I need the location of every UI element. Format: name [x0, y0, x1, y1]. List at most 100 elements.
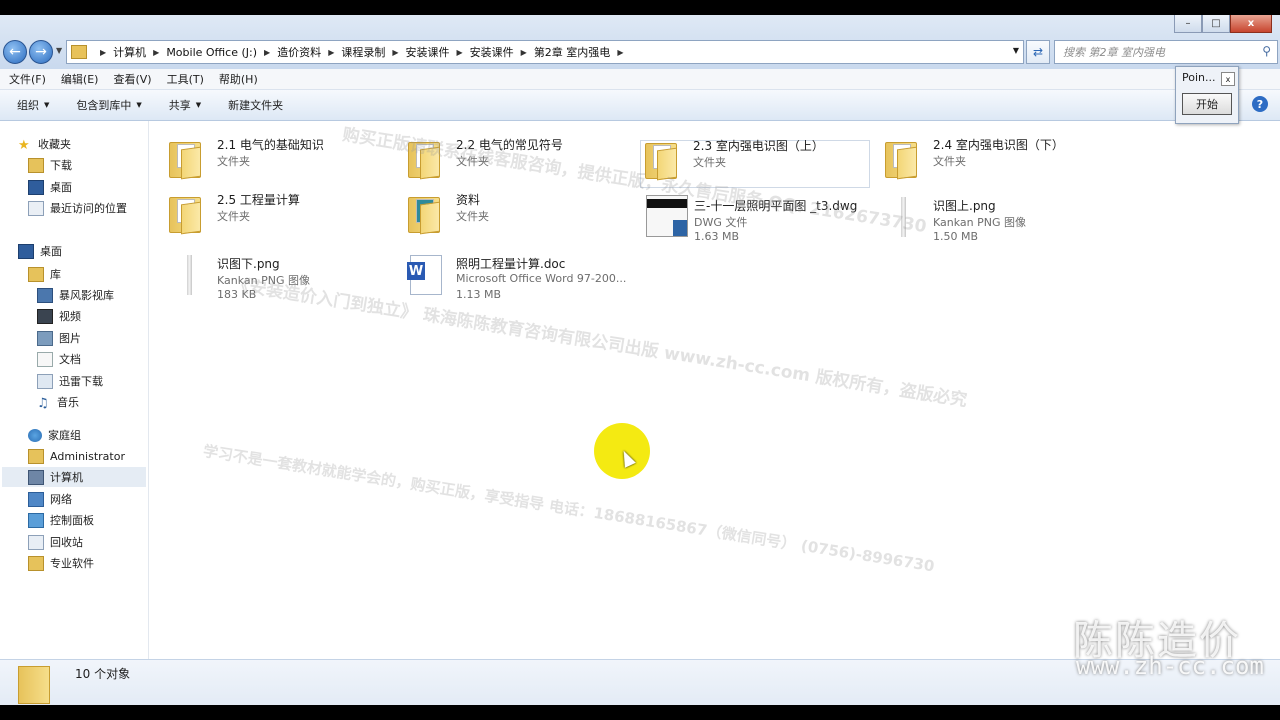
address-history-chevron-icon[interactable]: ▼ [1013, 46, 1019, 55]
sidebar-item-label: Administrator [50, 449, 125, 463]
forward-button[interactable]: → [29, 40, 53, 64]
list-item[interactable]: W 照明工程量计算.doc Microsoft Office Word 97-2… [404, 253, 632, 301]
file-name: 2.5 工程量计算 [217, 193, 300, 207]
sidebar-item-xunlei[interactable]: 迅雷下载 [37, 371, 103, 391]
maximize-button[interactable]: □ [1202, 15, 1230, 33]
pictures-icon [37, 330, 53, 346]
chevron-right-icon: ▶ [520, 47, 527, 57]
sidebar-item-network[interactable]: 网络 [28, 489, 72, 509]
pointer-tool-popup: Poin... x 开始 [1175, 66, 1239, 124]
file-type: DWG 文件 [694, 216, 748, 229]
sidebar-item-downloads[interactable]: 下载 [28, 155, 72, 175]
recent-pages-chevron-icon[interactable]: ▼ [56, 46, 62, 55]
sidebar-item-label: 计算机 [50, 471, 83, 484]
menu-tools[interactable]: 工具(T) [167, 71, 204, 87]
menu-help[interactable]: 帮助(H) [219, 71, 258, 87]
sidebar-item-label: 家庭组 [48, 429, 81, 442]
popup-close-button[interactable]: x [1221, 72, 1235, 86]
new-folder-label: 新建文件夹 [228, 99, 284, 112]
menu-view[interactable]: 查看(V) [113, 71, 151, 87]
new-folder-button[interactable]: 新建文件夹 [228, 97, 283, 113]
sidebar-item-label: 音乐 [57, 396, 79, 409]
back-button[interactable]: ← [3, 40, 27, 64]
breadcrumb-item[interactable]: 安装课件 [406, 44, 450, 60]
folder-icon [404, 189, 448, 235]
sidebar-item-pictures[interactable]: 图片 [37, 328, 81, 348]
sidebar-item-label: 最近访问的位置 [50, 202, 127, 215]
start-button[interactable]: 开始 [1182, 93, 1232, 115]
menu-edit[interactable]: 编辑(E) [61, 71, 99, 87]
address-bar[interactable]: ▶ 计算机 ▶ Mobile Office (J:) ▶ 造价资料 ▶ 课程录制… [66, 40, 1024, 64]
forward-arrow-icon: → [35, 44, 47, 60]
file-type: Kankan PNG 图像 [933, 216, 1027, 229]
sidebar-item-library[interactable]: 库 [28, 264, 61, 284]
dwg-file-icon [642, 195, 688, 241]
png-file-icon [165, 253, 209, 299]
folder-icon [18, 666, 50, 704]
sidebar-item-recycle[interactable]: 回收站 [28, 532, 83, 552]
sidebar-item-desktop[interactable]: 桌面 [18, 241, 62, 261]
sidebar-item-favorites[interactable]: ★ 收藏夹 [18, 134, 71, 154]
desktop-icon [18, 243, 34, 259]
word-document-icon: W [404, 253, 448, 299]
refresh-icon: ⇄ [1032, 45, 1044, 59]
sidebar-item-administrator[interactable]: Administrator [28, 446, 125, 466]
sidebar-item-baofeng[interactable]: 暴风影视库 [37, 285, 114, 305]
share-label: 共享 [168, 99, 191, 112]
explorer-window: – □ x ← → ▼ ▶ 计算机 ▶ Mobile Office (J:) ▶… [0, 15, 1280, 705]
sidebar-item-label: 视频 [59, 310, 81, 323]
refresh-button[interactable]: ⇄ [1026, 40, 1050, 64]
chevron-right-icon: ▶ [392, 47, 399, 57]
video-icon [37, 308, 53, 324]
menu-file[interactable]: 文件(F) [9, 71, 46, 87]
file-type: Microsoft Office Word 97-200... [456, 272, 627, 285]
command-bar: 组织 ▼ 包含到库中 ▼ 共享 ▼ 新建文件夹 ? [0, 90, 1280, 121]
include-library-button[interactable]: 包含到库中 ▼ [76, 97, 141, 113]
breadcrumb-item[interactable]: 课程录制 [341, 44, 385, 60]
chevron-right-icon: ▶ [100, 47, 107, 57]
chevron-right-icon: ▶ [328, 47, 335, 57]
file-name: 2.3 室内强电识图（上） [693, 139, 824, 153]
breadcrumb-item[interactable]: 造价资料 [277, 44, 321, 60]
sidebar-item-label: 图片 [59, 332, 81, 345]
sidebar-item-label: 文档 [59, 353, 81, 366]
sidebar-item-computer[interactable]: 计算机 [2, 467, 146, 487]
sidebar-item-label: 迅雷下载 [59, 375, 103, 388]
sidebar-item-recent[interactable]: 最近访问的位置 [28, 198, 127, 218]
sidebar-item-homegroup[interactable]: 家庭组 [28, 425, 81, 445]
list-item[interactable]: 资料 文件夹 [404, 189, 632, 235]
control-panel-icon [28, 512, 44, 528]
share-button[interactable]: 共享 ▼ [169, 97, 201, 113]
file-size: 1.63 MB [694, 230, 740, 243]
computer-icon [28, 469, 44, 485]
help-icon[interactable]: ? [1252, 96, 1268, 112]
desktop-icon [28, 179, 44, 195]
sidebar-item-music[interactable]: ♫ 音乐 [37, 392, 79, 412]
back-arrow-icon: ← [9, 44, 21, 60]
breadcrumb-item[interactable]: 安装课件 [470, 44, 514, 60]
chevron-right-icon: ▶ [264, 47, 271, 57]
breadcrumb-item[interactable]: Mobile Office (J:) [166, 46, 257, 59]
file-name: 资料 [456, 193, 481, 207]
sidebar-item-label: 专业软件 [50, 557, 94, 570]
list-item[interactable]: 2.4 室内强电识图（下） 文件夹 [881, 134, 1109, 180]
library-icon [28, 266, 44, 282]
brand-url: www.zh-cc.com [1076, 652, 1264, 680]
sidebar-item-label: 回收站 [50, 536, 83, 549]
list-item[interactable]: 2.5 工程量计算 文件夹 [165, 189, 393, 235]
breadcrumb-item[interactable]: 计算机 [113, 44, 146, 60]
search-input[interactable]: 搜索 第2章 室内强电 ⚲ [1054, 40, 1278, 64]
close-button[interactable]: x [1230, 15, 1272, 33]
sidebar-item-documents[interactable]: 文档 [37, 349, 81, 369]
sidebar-item-video[interactable]: 视频 [37, 306, 81, 326]
sidebar-item-control-panel[interactable]: 控制面板 [28, 510, 94, 530]
file-type: 文件夹 [217, 155, 250, 168]
organize-button[interactable]: 组织 ▼ [17, 97, 49, 113]
breadcrumb-item[interactable]: 第2章 室内强电 [534, 44, 611, 60]
sidebar-item-desktop-fav[interactable]: 桌面 [28, 177, 72, 197]
minimize-button[interactable]: – [1174, 15, 1202, 33]
folder-icon [881, 134, 925, 180]
chevron-down-icon: ▼ [136, 101, 142, 109]
sidebar-item-software[interactable]: 专业软件 [28, 553, 94, 573]
sidebar-item-label: 下载 [50, 159, 72, 172]
